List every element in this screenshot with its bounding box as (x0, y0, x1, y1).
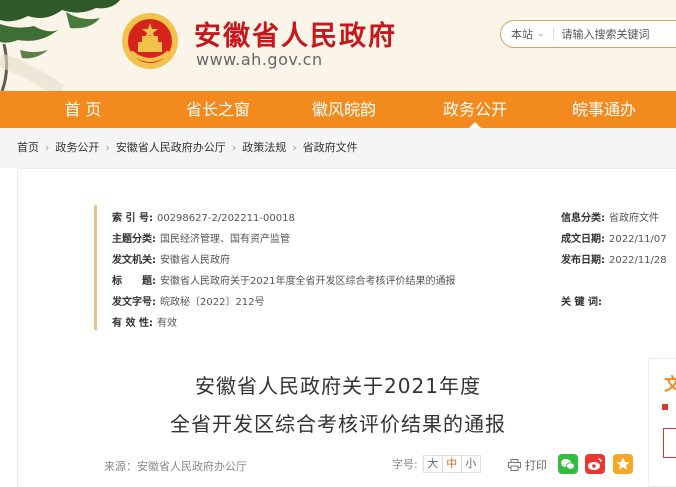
meta-value: 有效 (156, 318, 177, 329)
article-title-line-1: 安徽省人民政府关于2021年度 (195, 374, 481, 398)
weibo-share-icon[interactable] (585, 454, 605, 474)
article-source: 来源：安徽省人民政府办公厅 (104, 460, 247, 473)
chevron-right-icon: › (105, 140, 110, 154)
meta-issuer: 发文机关: 安徽省人民政府 (112, 251, 230, 266)
meta-title: 标 题: 安徽省人民政府关于2021年度全省开发区综合考核评价结果的通报 (112, 272, 455, 287)
breadcrumb-link-general-office[interactable]: 安徽省人民政府办公厅 (116, 139, 226, 155)
main-nav: 首 页 省长之窗 徽风皖韵 政务公开 皖事通办 (0, 91, 676, 128)
meta-label: 标 题: (112, 276, 156, 287)
meta-label: 主题分类: (112, 234, 156, 245)
breadcrumb-link-provincial-documents[interactable]: 省政府文件 (303, 139, 358, 155)
national-emblem-logo (122, 13, 178, 69)
meta-label: 索 引 号: (112, 213, 153, 224)
search-scope-select[interactable]: 本站 (511, 26, 533, 42)
chevron-right-icon: › (231, 140, 237, 154)
side-panel-label[interactable]: 文 (664, 370, 676, 395)
meta-value: 安徽省人民政府 (160, 255, 230, 266)
meta-value: 国民经济管理、国有资产监管 (160, 234, 290, 245)
site-url: www.ah.gov.cn (196, 50, 323, 69)
font-size-large-button[interactable]: 大 (422, 455, 443, 473)
meta-value: 皖政秘〔2022〕212号 (160, 297, 265, 308)
printer-icon (508, 459, 521, 471)
chevron-right-icon: › (292, 140, 297, 154)
meta-created-date: 成文日期: 2022/11/07 (561, 230, 667, 245)
meta-value: 2022/11/28 (609, 255, 667, 266)
breadcrumb: 首页 › 政务公开 › 安徽省人民政府办公厅 › 政策法规 › 省政府文件 (17, 139, 358, 155)
search-box: 本站 ⌄ (500, 20, 676, 48)
chevron-right-icon: › (45, 140, 50, 154)
pine-tree-decoration (0, 0, 120, 91)
meta-topic: 主题分类: 国民经济管理、国有资产监管 (112, 230, 290, 245)
nav-item-governor-window[interactable]: 省长之窗 (170, 91, 266, 128)
meta-label: 发文字号: (112, 297, 156, 308)
favorite-star-icon[interactable] (613, 454, 633, 474)
font-size-label: 字号: (392, 458, 418, 471)
meta-doc-no: 发文字号: 皖政秘〔2022〕212号 (112, 293, 265, 308)
site-title[interactable]: 安徽省人民政府 (194, 14, 397, 53)
print-label: 打印 (525, 459, 547, 472)
meta-label: 关 键 词: (561, 297, 602, 308)
print-button[interactable]: 打印 (508, 457, 547, 473)
nav-item-services[interactable]: 皖事通办 (556, 91, 652, 128)
meta-index-no: 索 引 号: 00298627-2/202211-00018 (112, 209, 295, 224)
meta-label: 成文日期: (561, 234, 605, 245)
site-header: 安徽省人民政府 www.ah.gov.cn 本站 ⌄ (0, 0, 676, 91)
meta-accent-bar (94, 205, 97, 330)
meta-value: 安徽省人民政府关于2021年度全省开发区综合考核评价结果的通报 (160, 276, 456, 287)
meta-label: 有 效 性: (112, 318, 153, 329)
meta-value: 省政府文件 (609, 213, 659, 224)
side-panel-box[interactable] (663, 428, 676, 458)
meta-value: 2022/11/07 (609, 234, 667, 245)
meta-label: 发布日期: (561, 255, 605, 266)
meta-value: 00298627-2/202211-00018 (156, 213, 295, 224)
search-input[interactable] (561, 27, 672, 41)
breadcrumb-link-government-affairs[interactable]: 政务公开 (55, 139, 99, 155)
nav-item-culture[interactable]: 徽风皖韵 (296, 91, 392, 128)
nav-item-home[interactable]: 首 页 (58, 91, 108, 128)
breadcrumb-link-policies[interactable]: 政策法规 (242, 139, 286, 155)
meta-label: 信息分类: (561, 213, 605, 224)
meta-category: 信息分类: 省政府文件 (561, 209, 659, 224)
search-divider (552, 27, 554, 41)
chevron-down-icon[interactable]: ⌄ (537, 29, 545, 39)
font-size-medium-button[interactable]: 中 (441, 455, 462, 473)
meta-keywords: 关 键 词: (561, 293, 602, 308)
side-panel-dot (662, 404, 668, 410)
article-title-line-2: 全省开发区综合考核评价结果的通报 (170, 412, 506, 436)
meta-label: 发文机关: (112, 255, 156, 266)
breadcrumb-link-home[interactable]: 首页 (17, 139, 39, 155)
font-size-small-button[interactable]: 小 (460, 455, 481, 473)
nav-item-government-affairs[interactable]: 政务公开 (427, 91, 523, 128)
font-size-control: 字号: 大 中 小 (392, 455, 481, 473)
wechat-share-icon[interactable] (558, 454, 578, 474)
meta-published-date: 发布日期: 2022/11/28 (561, 251, 667, 266)
meta-validity: 有 效 性: 有效 (112, 314, 177, 329)
